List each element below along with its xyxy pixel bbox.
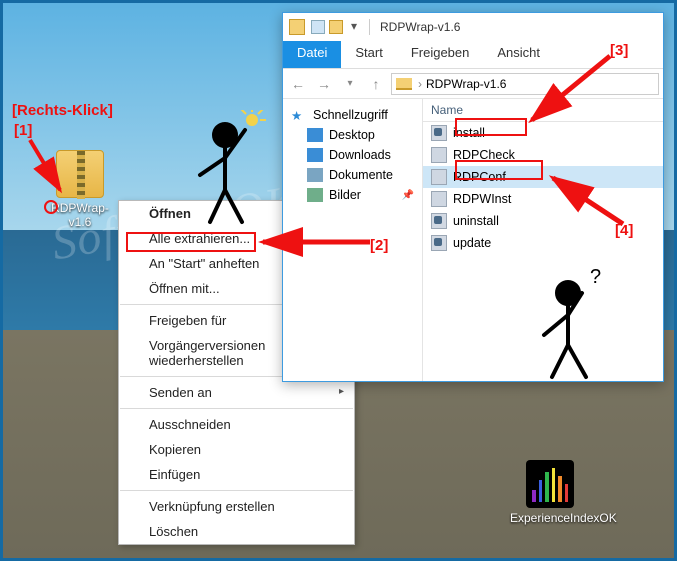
ribbon-tab-file[interactable]: Datei: [283, 41, 341, 68]
window-icon: [289, 19, 305, 35]
bars-icon: [526, 460, 574, 508]
navpane-pictures[interactable]: Bilder 📌: [287, 185, 418, 205]
file-list: Name install RDPCheck RDPConf RDPWInst u…: [423, 99, 663, 381]
address-bar: ← → ▾ ↑ › RDPWrap-v1.6: [283, 69, 663, 99]
np-quick-label: Schnellzugriff: [313, 108, 388, 122]
file-uninstall[interactable]: uninstall: [423, 210, 663, 232]
nav-pane: ★ Schnellzugriff Desktop Downloads Dokum…: [283, 99, 423, 381]
zip-icon-label: RDPWrap-v1.6: [40, 201, 120, 229]
cm-separator: [120, 490, 353, 491]
ribbon-tabs: Datei Start Freigeben Ansicht: [283, 41, 663, 69]
file-rdpconf[interactable]: RDPConf: [423, 166, 663, 188]
navpane-documents[interactable]: Dokumente: [287, 165, 418, 185]
chevron-right-icon: ▸: [339, 386, 344, 397]
window-title: RDPWrap-v1.6: [380, 20, 460, 34]
cm-paste[interactable]: Einfügen: [119, 462, 354, 487]
np-docs-label: Dokumente: [329, 168, 393, 182]
titlebar[interactable]: ▾ RDPWrap-v1.6: [283, 13, 663, 41]
qat-properties-icon[interactable]: [311, 20, 325, 34]
cm-delete[interactable]: Löschen: [119, 519, 354, 544]
cm-create-link[interactable]: Verknüpfung erstellen: [119, 494, 354, 519]
qat-dropdown-icon[interactable]: ▾: [347, 20, 361, 34]
ribbon-tab-start[interactable]: Start: [341, 41, 396, 68]
navpane-desktop[interactable]: Desktop: [287, 125, 418, 145]
exe-file-icon: [431, 191, 447, 207]
file-label: RDPConf: [453, 170, 506, 184]
cm-cut[interactable]: Ausschneiden: [119, 412, 354, 437]
file-rdpcheck[interactable]: RDPCheck: [423, 144, 663, 166]
batch-file-icon: [431, 235, 447, 251]
nav-back-button[interactable]: ←: [287, 73, 309, 95]
cm-sendto-label: Senden an: [149, 385, 212, 400]
nav-up-button[interactable]: ↑: [365, 73, 387, 95]
desktop-icon: [307, 128, 323, 142]
np-desktop-label: Desktop: [329, 128, 375, 142]
file-label: RDPWInst: [453, 192, 511, 206]
column-header-name[interactable]: Name: [423, 99, 663, 122]
documents-icon: [307, 168, 323, 182]
desktop-experienceindex-icon[interactable]: ExperienceIndexOK: [510, 460, 590, 525]
cm-send-to[interactable]: Senden an ▸: [119, 380, 354, 405]
np-downloads-label: Downloads: [329, 148, 391, 162]
file-label: install: [453, 126, 485, 140]
navpane-quickaccess[interactable]: ★ Schnellzugriff: [287, 105, 418, 125]
nav-recent-button[interactable]: ▾: [339, 73, 361, 95]
np-pics-label: Bilder: [329, 188, 361, 202]
download-icon: [307, 148, 323, 162]
star-icon: ★: [291, 108, 307, 122]
ribbon-tab-share[interactable]: Freigeben: [397, 41, 484, 68]
file-label: uninstall: [453, 214, 499, 228]
file-install[interactable]: install: [423, 122, 663, 144]
batch-file-icon: [431, 125, 447, 141]
experienceindex-label: ExperienceIndexOK: [510, 511, 590, 525]
cm-share-label: Freigeben für: [149, 313, 226, 328]
file-label: update: [453, 236, 491, 250]
batch-file-icon: [431, 213, 447, 229]
ribbon-tab-view[interactable]: Ansicht: [483, 41, 554, 68]
folder-icon: [396, 78, 412, 90]
cm-copy[interactable]: Kopieren: [119, 437, 354, 462]
file-label: RDPCheck: [453, 148, 515, 162]
explorer-window: ▾ RDPWrap-v1.6 Datei Start Freigeben Ans…: [282, 12, 664, 382]
cm-separator: [120, 408, 353, 409]
file-rdpwinst[interactable]: RDPWInst: [423, 188, 663, 210]
breadcrumb[interactable]: › RDPWrap-v1.6: [391, 73, 659, 95]
qat-newfolder-icon[interactable]: [329, 20, 343, 34]
pictures-icon: [307, 188, 323, 202]
exe-file-icon: [431, 147, 447, 163]
exe-file-icon: [431, 169, 447, 185]
navpane-downloads[interactable]: Downloads: [287, 145, 418, 165]
breadcrumb-text: RDPWrap-v1.6: [426, 77, 506, 91]
nav-fwd-button[interactable]: →: [313, 73, 335, 95]
desktop-zip-icon[interactable]: RDPWrap-v1.6: [40, 150, 120, 229]
zip-folder-icon: [56, 150, 104, 198]
file-update[interactable]: update: [423, 232, 663, 254]
pin-icon: 📌: [402, 190, 414, 201]
